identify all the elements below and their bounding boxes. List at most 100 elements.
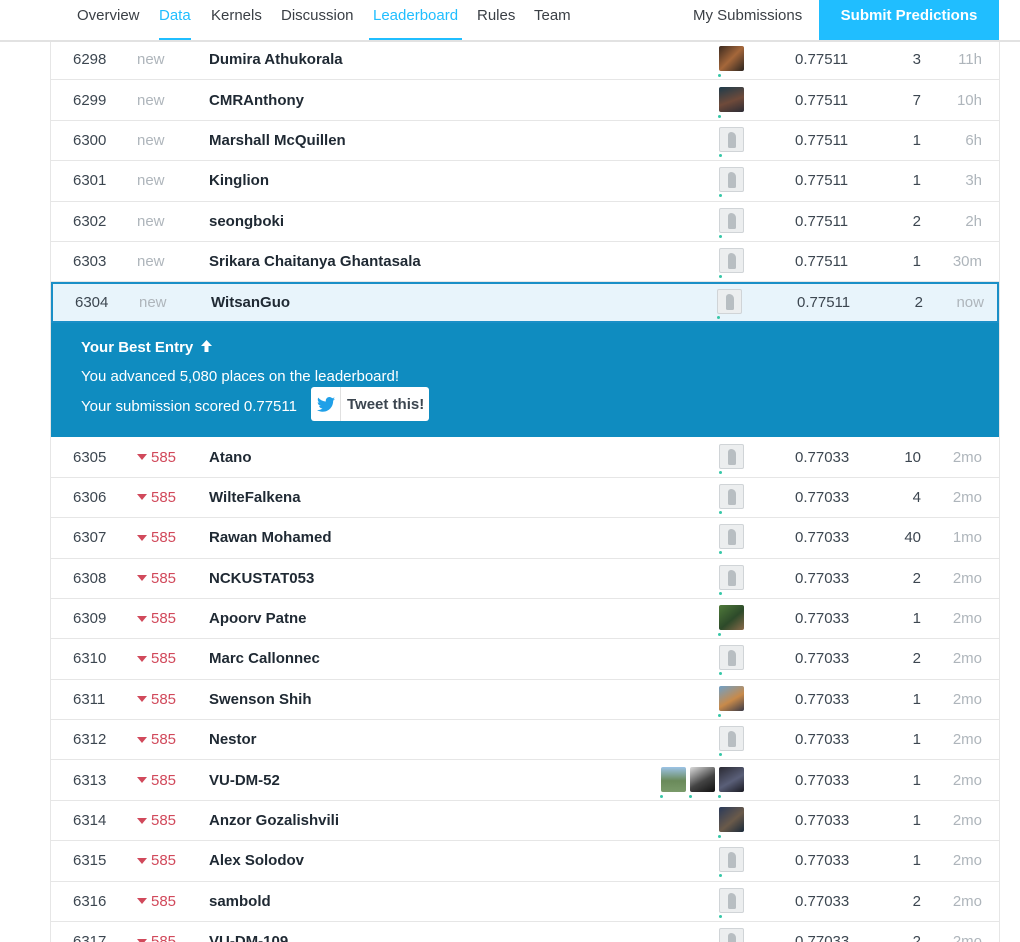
avatar[interactable] xyxy=(718,86,744,118)
score: 0.77033 xyxy=(795,933,850,942)
leaderboard-row[interactable]: 6315 585 Alex Solodov 0.77033 1 2mo xyxy=(51,841,999,882)
team-name[interactable]: Apoorv Patne xyxy=(209,599,307,638)
last-submission: 2mo xyxy=(952,852,982,870)
avatar[interactable] xyxy=(719,207,744,238)
avatar[interactable] xyxy=(718,766,744,798)
tab-discussion[interactable]: Discussion xyxy=(281,0,354,40)
avatar[interactable] xyxy=(719,443,744,474)
leaderboard-row[interactable]: 6316 585 sambold 0.77033 2 2mo xyxy=(51,882,999,923)
tab-team[interactable]: Team xyxy=(534,0,571,40)
avatar[interactable] xyxy=(719,928,744,942)
team-name[interactable]: sambold xyxy=(209,882,271,921)
team-members xyxy=(718,680,744,719)
avatar[interactable] xyxy=(719,126,744,157)
avatar[interactable] xyxy=(718,807,744,839)
leaderboard-row[interactable]: 6298 new Dumira Athukorala 0.77511 3 11h xyxy=(51,40,999,81)
leaderboard-row[interactable]: 6317 585 VU-DM-109 0.77033 2 2mo xyxy=(51,922,999,942)
tab-leaderboard[interactable]: Leaderboard xyxy=(369,0,463,40)
leaderboard-row[interactable]: 6309 585 Apoorv Patne 0.77033 1 2mo xyxy=(51,599,999,640)
team-name[interactable]: Alex Solodov xyxy=(209,841,304,880)
leaderboard-row[interactable]: 6305 585 Atano 0.77033 10 2mo xyxy=(51,437,999,478)
leaderboard-row[interactable]: 6312 585 Nestor 0.77033 1 2mo xyxy=(51,720,999,761)
team-name[interactable]: VU-DM-52 xyxy=(209,760,280,799)
entries-count: 1 xyxy=(912,731,921,749)
team-name[interactable]: Dumira Athukorala xyxy=(209,40,343,79)
team-name[interactable]: Srikara Chaitanya Ghantasala xyxy=(209,242,421,281)
entries-count: 1 xyxy=(912,812,921,830)
leaderboard-row[interactable]: 6303 new Srikara Chaitanya Ghantasala 0.775… xyxy=(51,242,999,283)
leaderboard-row[interactable]: 6301 new Kinglion 0.77511 1 3h xyxy=(51,161,999,202)
entries-count: 7 xyxy=(912,91,921,109)
leaderboard-row[interactable]: 6311 585 Swenson Shih 0.77033 1 2mo xyxy=(51,680,999,721)
rank-change-value: new xyxy=(137,51,165,69)
avatar[interactable] xyxy=(719,564,744,595)
my-leaderboard-row[interactable]: 6304 new WitsanGuo 0.77511 2 now xyxy=(51,282,999,324)
rank-change: 585 xyxy=(137,437,197,476)
leaderboard-row[interactable]: 6308 585 NCKUSTAT053 0.77033 2 2mo xyxy=(51,559,999,599)
rank: 6304 xyxy=(75,294,109,312)
rank-change: new xyxy=(137,121,197,160)
team-name[interactable]: VU-DM-109 xyxy=(209,922,288,942)
leaderboard-row[interactable]: 6302 new seongboki 0.77511 2 2h xyxy=(51,202,999,242)
tab-kernels[interactable]: Kernels xyxy=(211,0,262,40)
leaderboard-row[interactable]: 6300 new Marshall McQuillen 0.77511 1 6h xyxy=(51,121,999,162)
team-name[interactable]: NCKUSTAT053 xyxy=(209,559,314,598)
avatar[interactable] xyxy=(689,766,715,798)
last-submission: 2mo xyxy=(952,933,982,942)
leaderboard-row[interactable]: 6314 585 Anzor Gozalishvili 0.77033 1 2mo xyxy=(51,801,999,842)
best-entry-heading: Your Best Entry xyxy=(81,339,213,356)
rank-change: 585 xyxy=(137,518,197,557)
team-name[interactable]: WilteFalkena xyxy=(209,478,301,517)
rank: 6299 xyxy=(73,91,107,109)
avatar[interactable] xyxy=(660,766,686,798)
team-name[interactable]: seongboki xyxy=(209,202,284,241)
avatar[interactable] xyxy=(719,645,744,676)
team-members xyxy=(719,559,744,598)
leaderboard-row[interactable]: 6307 585 Rawan Mohamed 0.77033 40 1mo xyxy=(51,518,999,559)
rank-change: 585 xyxy=(137,599,197,638)
team-name[interactable]: WitsanGuo xyxy=(211,284,290,321)
rank-change-value: 585 xyxy=(151,448,177,466)
team-name[interactable]: Kinglion xyxy=(209,161,269,200)
team-name[interactable]: Atano xyxy=(209,437,252,476)
tab-overview[interactable]: Overview xyxy=(77,0,140,40)
submission-score-text: Your submission scored 0.77511 xyxy=(81,398,297,416)
avatar[interactable] xyxy=(719,167,744,198)
team-name[interactable]: Swenson Shih xyxy=(209,680,312,719)
tab-rules[interactable]: Rules xyxy=(477,0,515,40)
avatar[interactable] xyxy=(719,248,744,279)
leaderboard-row[interactable]: 6299 new CMRAnthony 0.77511 7 10h xyxy=(51,80,999,121)
avatar[interactable] xyxy=(719,524,744,555)
avatar[interactable] xyxy=(718,46,744,78)
tweet-button-label: Tweet this! xyxy=(347,395,425,413)
team-name[interactable]: Anzor Gozalishvili xyxy=(209,801,339,840)
team-name[interactable]: CMRAnthony xyxy=(209,80,304,119)
rank: 6300 xyxy=(73,131,107,149)
tab-data[interactable]: Data xyxy=(159,0,191,40)
rank: 6310 xyxy=(73,650,107,668)
rank-change-value: 585 xyxy=(151,569,177,587)
avatar[interactable] xyxy=(719,726,744,757)
my-submissions-link[interactable]: My Submissions xyxy=(693,0,802,40)
entries-count: 1 xyxy=(912,690,921,708)
rank-change-value: new xyxy=(137,253,165,271)
submit-predictions-button[interactable]: Submit Predictions xyxy=(819,0,999,40)
team-name[interactable]: Nestor xyxy=(209,720,257,759)
leaderboard-row[interactable]: 6313 585 VU-DM-52 0.77033 1 2mo xyxy=(51,760,999,801)
avatar[interactable] xyxy=(719,847,744,878)
avatar[interactable] xyxy=(718,605,744,637)
avatar[interactable] xyxy=(719,483,744,514)
team-name[interactable]: Rawan Mohamed xyxy=(209,518,332,557)
leaderboard-row[interactable]: 6306 585 WilteFalkena 0.77033 4 2mo xyxy=(51,478,999,519)
rank: 6303 xyxy=(73,253,107,271)
avatar[interactable] xyxy=(719,887,744,918)
team-name[interactable]: Marshall McQuillen xyxy=(209,121,346,160)
score: 0.77033 xyxy=(795,569,850,587)
rank: 6306 xyxy=(73,488,107,506)
team-name[interactable]: Marc Callonnec xyxy=(209,639,320,678)
tweet-button[interactable]: Tweet this! xyxy=(311,387,429,422)
avatar[interactable] xyxy=(718,685,744,717)
caret-down-icon xyxy=(137,736,147,743)
avatar[interactable] xyxy=(717,289,742,320)
leaderboard-row[interactable]: 6310 585 Marc Callonnec 0.77033 2 2mo xyxy=(51,639,999,680)
